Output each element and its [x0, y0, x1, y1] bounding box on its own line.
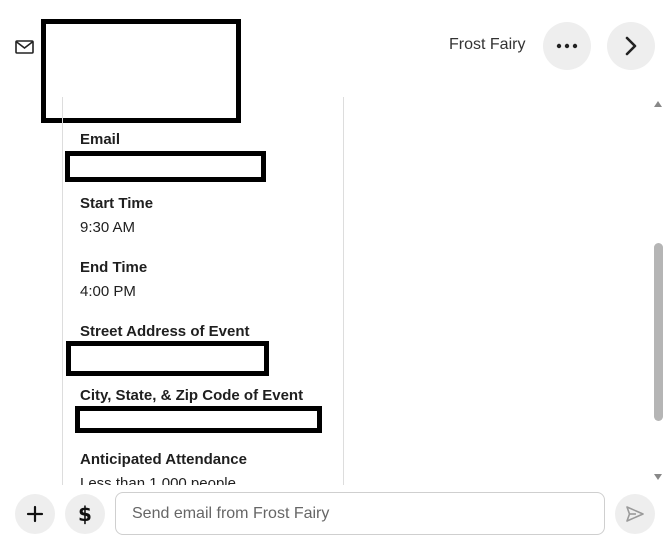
send-icon [626, 506, 644, 522]
next-button[interactable] [607, 22, 655, 70]
scroll-down-arrow-icon[interactable] [654, 474, 662, 480]
end-time-value: 4:00 PM [80, 283, 136, 300]
envelope-icon [14, 38, 36, 56]
email-thread-view: Frost Fairy Email Start Time 9:30 AM End… [0, 0, 669, 535]
vendor-name: Frost Fairy [449, 36, 526, 53]
attendance-field: Anticipated Attendance Less than 1,000 p… [80, 451, 247, 485]
more-options-button[interactable] [543, 22, 591, 70]
compose-email-input[interactable] [115, 492, 605, 535]
chevron-right-icon [625, 36, 637, 56]
redacted-street-address-value [66, 341, 269, 376]
scroll-up-arrow-icon[interactable] [654, 101, 662, 107]
start-time-value: 9:30 AM [80, 219, 136, 236]
end-time-label: End Time [80, 259, 148, 276]
send-button[interactable] [615, 494, 655, 534]
add-button[interactable] [15, 494, 55, 534]
plus-icon [26, 505, 44, 523]
redacted-email-value [65, 151, 266, 182]
start-time-label: Start Time [80, 195, 154, 212]
dollar-icon: $ [78, 502, 92, 526]
email-label: Email [80, 131, 121, 148]
scrollbar-thumb[interactable] [654, 243, 663, 421]
city-state-zip-field: City, State, & Zip Code of Event [80, 387, 303, 405]
payment-button[interactable]: $ [65, 494, 105, 534]
ellipsis-horizontal-icon [556, 43, 578, 49]
email-field: Email [80, 131, 120, 149]
attendance-label: Anticipated Attendance [80, 451, 247, 468]
city-state-zip-label: City, State, & Zip Code of Event [80, 387, 304, 404]
street-address-field: Street Address of Event [80, 323, 250, 341]
attendance-value: Less than 1,000 people [80, 475, 236, 485]
end-time-field: End Time 4:00 PM [80, 259, 147, 301]
event-details-panel: Email Start Time 9:30 AM End Time 4:00 P… [62, 97, 344, 485]
redacted-city-state-zip-value [75, 406, 322, 433]
street-address-label: Street Address of Event [80, 323, 250, 340]
start-time-field: Start Time 9:30 AM [80, 195, 153, 237]
